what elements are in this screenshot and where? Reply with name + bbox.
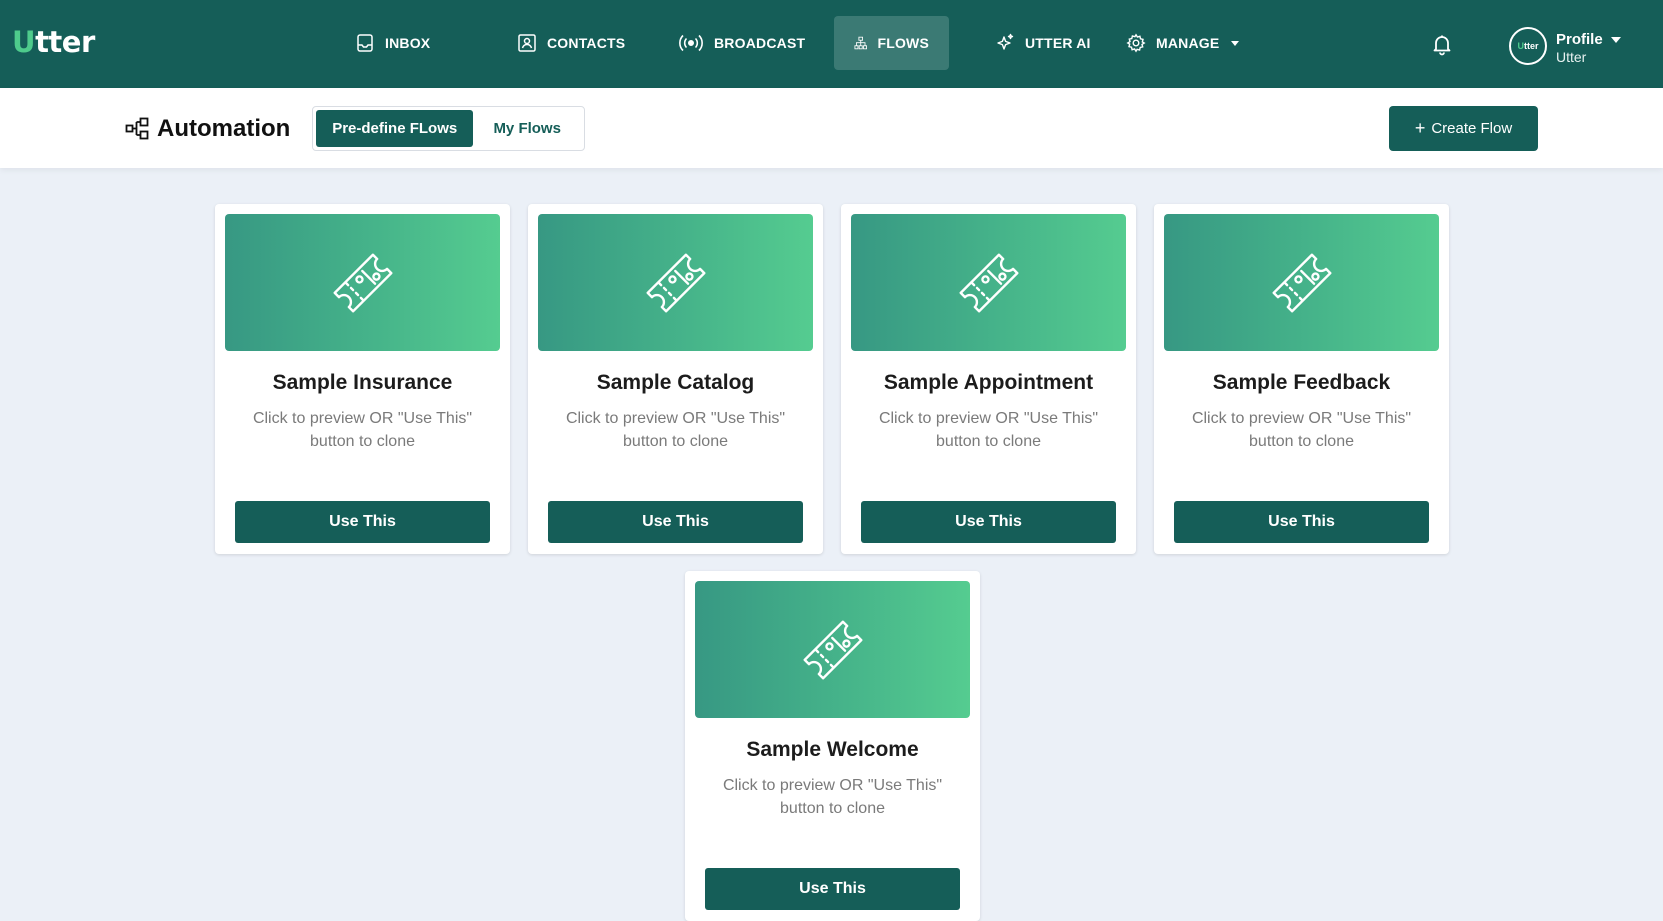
flow-card-image[interactable] (225, 214, 500, 351)
flow-card-description: Click to preview OR "Use This" button to… (722, 777, 943, 817)
flow-type-toggle: Pre-define FLows My Flows (312, 106, 585, 151)
brand-logo[interactable]: Utter (12, 25, 95, 59)
create-flow-label: Create Flow (1431, 120, 1513, 137)
flow-card[interactable]: Sample Feedback Click to preview OR "Use… (1154, 204, 1449, 554)
chevron-down-icon (1231, 40, 1240, 46)
flow-card-title: Sample Welcome (746, 738, 919, 761)
flow-card-image[interactable] (695, 581, 970, 718)
bell-icon[interactable] (1430, 32, 1454, 56)
flow-card[interactable]: Sample Welcome Click to preview OR "Use … (685, 571, 980, 921)
logo-mark: U (12, 25, 36, 59)
profile-org: Utter (1556, 49, 1587, 65)
use-this-button[interactable]: Use This (548, 501, 803, 543)
automation-icon (125, 117, 149, 140)
nav-label: CONTACTS (547, 35, 626, 51)
nav-label: FLOWS (877, 35, 929, 51)
profile-name: Profile (1556, 31, 1603, 48)
flow-card-description: Click to preview OR "Use This" button to… (252, 410, 473, 450)
nav-item-broadcast[interactable]: BROADCAST (658, 16, 825, 70)
tab-predefine-flows[interactable]: Pre-define FLows (316, 110, 474, 147)
nav-item-inbox[interactable]: INBOX (335, 16, 450, 70)
contacts-icon (518, 34, 536, 52)
use-this-button[interactable]: Use This (1174, 501, 1429, 543)
flow-card-title: Sample Insurance (272, 371, 453, 394)
nav-item-utter-ai[interactable]: UTTER AI (975, 16, 1111, 70)
avatar-text: tter (1523, 41, 1539, 51)
nav-item-manage[interactable]: MANAGE (1106, 16, 1259, 70)
flow-card-title: Sample Catalog (596, 371, 755, 394)
inbox-icon (357, 34, 373, 52)
chevron-down-icon (1610, 36, 1621, 43)
coupon-icon (333, 253, 392, 312)
top-navbar: Utter INBOX CONTACTS BROADCAST FLOWS UTT… (0, 0, 1663, 88)
coupon-icon (803, 620, 862, 679)
coupon-icon (1272, 253, 1331, 312)
flow-card[interactable]: Sample Insurance Click to preview OR "Us… (215, 204, 510, 554)
flow-card-title: Sample Feedback (1212, 371, 1391, 394)
nav-label: MANAGE (1156, 35, 1220, 51)
tab-my-flows[interactable]: My Flows (473, 110, 581, 147)
flow-card-description: Click to preview OR "Use This" button to… (565, 410, 786, 450)
page-header: Automation Pre-define FLows My Flows + C… (0, 88, 1663, 168)
gear-icon (1126, 33, 1146, 53)
flows-icon (854, 36, 867, 50)
use-this-button[interactable]: Use This (235, 501, 490, 543)
coupon-icon (646, 253, 705, 312)
flow-card[interactable]: Sample Appointment Click to preview OR "… (841, 204, 1136, 554)
page-title: Automation (157, 115, 291, 142)
use-this-button[interactable]: Use This (861, 501, 1116, 543)
flow-card-title: Sample Appointment (883, 371, 1094, 394)
flow-card-image[interactable] (851, 214, 1126, 351)
logo-text: tter (35, 25, 95, 59)
flow-card-image[interactable] (538, 214, 813, 351)
nav-label: BROADCAST (714, 35, 806, 51)
flow-card[interactable]: Sample Catalog Click to preview OR "Use … (528, 204, 823, 554)
nav-label: UTTER AI (1025, 35, 1091, 51)
broadcast-icon (679, 34, 703, 52)
flow-card-image[interactable] (1164, 214, 1439, 351)
plus-icon: + (1414, 117, 1426, 138)
nav-item-flows[interactable]: FLOWS (834, 16, 949, 70)
create-flow-button[interactable]: + Create Flow (1389, 106, 1538, 151)
page-title-group: Automation (125, 115, 290, 143)
use-this-button[interactable]: Use This (705, 868, 960, 910)
sparkle-icon (997, 33, 1014, 50)
coupon-icon (959, 253, 1018, 312)
nav-item-contacts[interactable]: CONTACTS (497, 16, 645, 70)
nav-label: INBOX (385, 35, 431, 51)
profile-menu[interactable]: Profile Utter (1556, 31, 1621, 65)
flow-card-description: Click to preview OR "Use This" button to… (878, 410, 1099, 450)
flow-card-description: Click to preview OR "Use This" button to… (1191, 410, 1412, 450)
avatar[interactable]: Utter (1509, 27, 1547, 65)
